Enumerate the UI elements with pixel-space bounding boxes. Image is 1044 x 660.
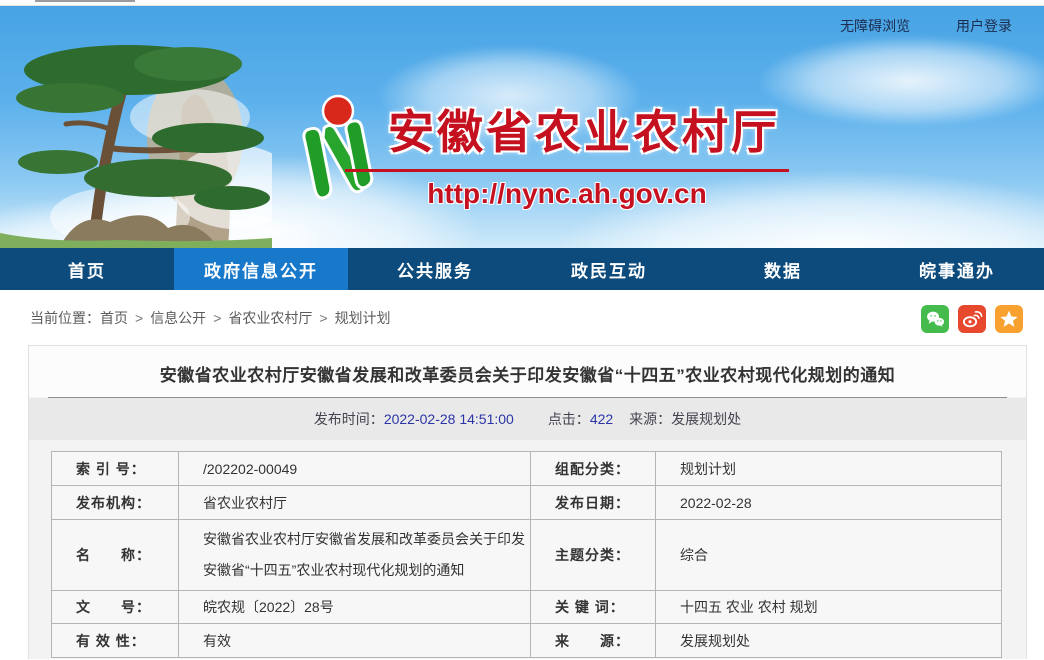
nav-item-wanshitongban[interactable]: 皖事通办 bbox=[870, 248, 1044, 290]
field-label-index-number: 索 引 号： bbox=[52, 452, 179, 486]
field-value-source: 发展规划处 bbox=[656, 624, 1002, 658]
qzone-share-button[interactable] bbox=[995, 305, 1023, 333]
qzone-star-icon bbox=[998, 308, 1020, 330]
hits-value: 422 bbox=[590, 411, 613, 427]
source-value: 发展规划处 bbox=[671, 411, 741, 427]
breadcrumb-bar: 当前位置：首页 > 信息公开 > 省农业农村厅 > 规划计划 bbox=[0, 290, 1044, 345]
field-label-issuing-agency: 发布机构： bbox=[52, 486, 179, 520]
nav-item-gov-info[interactable]: 政府信息公开 bbox=[174, 248, 348, 290]
field-value-issuing-agency: 省农业农村厅 bbox=[179, 486, 531, 520]
field-label-document-number: 文 号： bbox=[52, 591, 179, 624]
nav-item-public-services[interactable]: 公共服务 bbox=[348, 248, 522, 290]
field-label-group-category: 组配分类： bbox=[531, 452, 656, 486]
nav-item-interaction[interactable]: 政民互动 bbox=[522, 248, 696, 290]
field-value-name: 安徽省农业农村厅安徽省发展和改革委员会关于印发安徽省“十四五”农业农村现代化规划… bbox=[179, 520, 531, 591]
pine-tree-image bbox=[0, 12, 272, 248]
field-label-publish-date: 发布日期： bbox=[531, 486, 656, 520]
cloud-decoration bbox=[760, 36, 1044, 126]
table-row: 文 号： 皖农规〔2022〕28号 关 键 词： 十四五 农业 农村 规划 bbox=[52, 591, 1002, 624]
field-label-theme-category: 主题分类： bbox=[531, 520, 656, 591]
breadcrumb: 当前位置：首页 > 信息公开 > 省农业农村厅 > 规划计划 bbox=[30, 308, 391, 328]
table-row: 名 称： 安徽省农业农村厅安徽省发展和改革委员会关于印发安徽省“十四五”农业农村… bbox=[52, 520, 1002, 591]
field-label-validity: 有 效 性： bbox=[52, 624, 179, 658]
field-label-source: 来 源： bbox=[531, 624, 656, 658]
field-value-validity: 有效 bbox=[179, 624, 531, 658]
breadcrumb-separator: > bbox=[319, 310, 327, 326]
main-nav: 首页 政府信息公开 公共服务 政民互动 数据 皖事通办 bbox=[0, 248, 1044, 290]
field-value-keywords: 十四五 农业 农村 规划 bbox=[656, 591, 1002, 624]
table-row: 索 引 号： /202202-00049 组配分类： 规划计划 bbox=[52, 452, 1002, 486]
brand-underline bbox=[345, 169, 789, 172]
table-row: 有 效 性： 有效 来 源： 发展规划处 bbox=[52, 624, 1002, 658]
breadcrumb-item-department[interactable]: 省农业农村厅 bbox=[228, 310, 312, 326]
field-value-document-number: 皖农规〔2022〕28号 bbox=[179, 591, 531, 624]
weibo-icon bbox=[961, 308, 983, 330]
nav-item-home[interactable]: 首页 bbox=[0, 248, 174, 290]
field-value-theme-category: 综合 bbox=[656, 520, 1002, 591]
breadcrumb-separator: > bbox=[135, 310, 143, 326]
field-value-index-number: /202202-00049 bbox=[179, 452, 531, 486]
breadcrumb-item-info[interactable]: 信息公开 bbox=[150, 310, 206, 326]
publish-time-value: 2022-02-28 14:51:00 bbox=[384, 411, 514, 427]
breadcrumb-item-home[interactable]: 首页 bbox=[100, 310, 128, 326]
user-login-link[interactable]: 用户登录 bbox=[956, 18, 1012, 34]
hits-label: 点击： bbox=[548, 411, 590, 427]
article-meta: 发布时间：2022-02-28 14:51:00 点击：422 来源：发展规划处 bbox=[29, 398, 1026, 440]
breadcrumb-item-plans[interactable]: 规划计划 bbox=[335, 310, 391, 326]
source-label: 来源： bbox=[629, 411, 671, 427]
breadcrumb-prefix: 当前位置： bbox=[30, 310, 100, 326]
top-edge-line bbox=[35, 0, 135, 2]
utility-links: 无障碍浏览 用户登录 bbox=[840, 16, 1012, 36]
field-label-keywords: 关 键 词： bbox=[531, 591, 656, 624]
breadcrumb-separator: > bbox=[213, 310, 221, 326]
table-row: 发布机构： 省农业农村厅 发布日期： 2022-02-28 bbox=[52, 486, 1002, 520]
field-label-name: 名 称： bbox=[52, 520, 179, 591]
site-name: 安徽省农业农村厅 bbox=[388, 96, 780, 162]
weibo-share-button[interactable] bbox=[958, 305, 986, 333]
nav-item-data[interactable]: 数据 bbox=[696, 248, 870, 290]
share-buttons bbox=[921, 305, 1023, 333]
field-value-group-category: 规划计划 bbox=[656, 452, 1002, 486]
document-info-table: 索 引 号： /202202-00049 组配分类： 规划计划 发布机构： 省农… bbox=[51, 451, 1002, 658]
article-title: 安徽省农业农村厅安徽省发展和改革委员会关于印发安徽省“十四五”农业农村现代化规划… bbox=[59, 361, 996, 386]
field-value-publish-date: 2022-02-28 bbox=[656, 486, 1002, 520]
publish-time-label: 发布时间： bbox=[314, 411, 384, 427]
wechat-share-button[interactable] bbox=[921, 305, 949, 333]
article-title-section: 安徽省农业农村厅安徽省发展和改革委员会关于印发安徽省“十四五”农业农村现代化规划… bbox=[29, 346, 1026, 397]
site-url: http://nync.ah.gov.cn bbox=[345, 178, 789, 210]
article-panel: 安徽省农业农村厅安徽省发展和改革委员会关于印发安徽省“十四五”农业农村现代化规划… bbox=[28, 345, 1027, 659]
site-banner: 无障碍浏览 用户登录 安徽省农业农村厅 http://nync.ah.gov.c… bbox=[0, 6, 1044, 248]
accessibility-link[interactable]: 无障碍浏览 bbox=[840, 18, 910, 34]
wechat-icon bbox=[924, 308, 946, 330]
